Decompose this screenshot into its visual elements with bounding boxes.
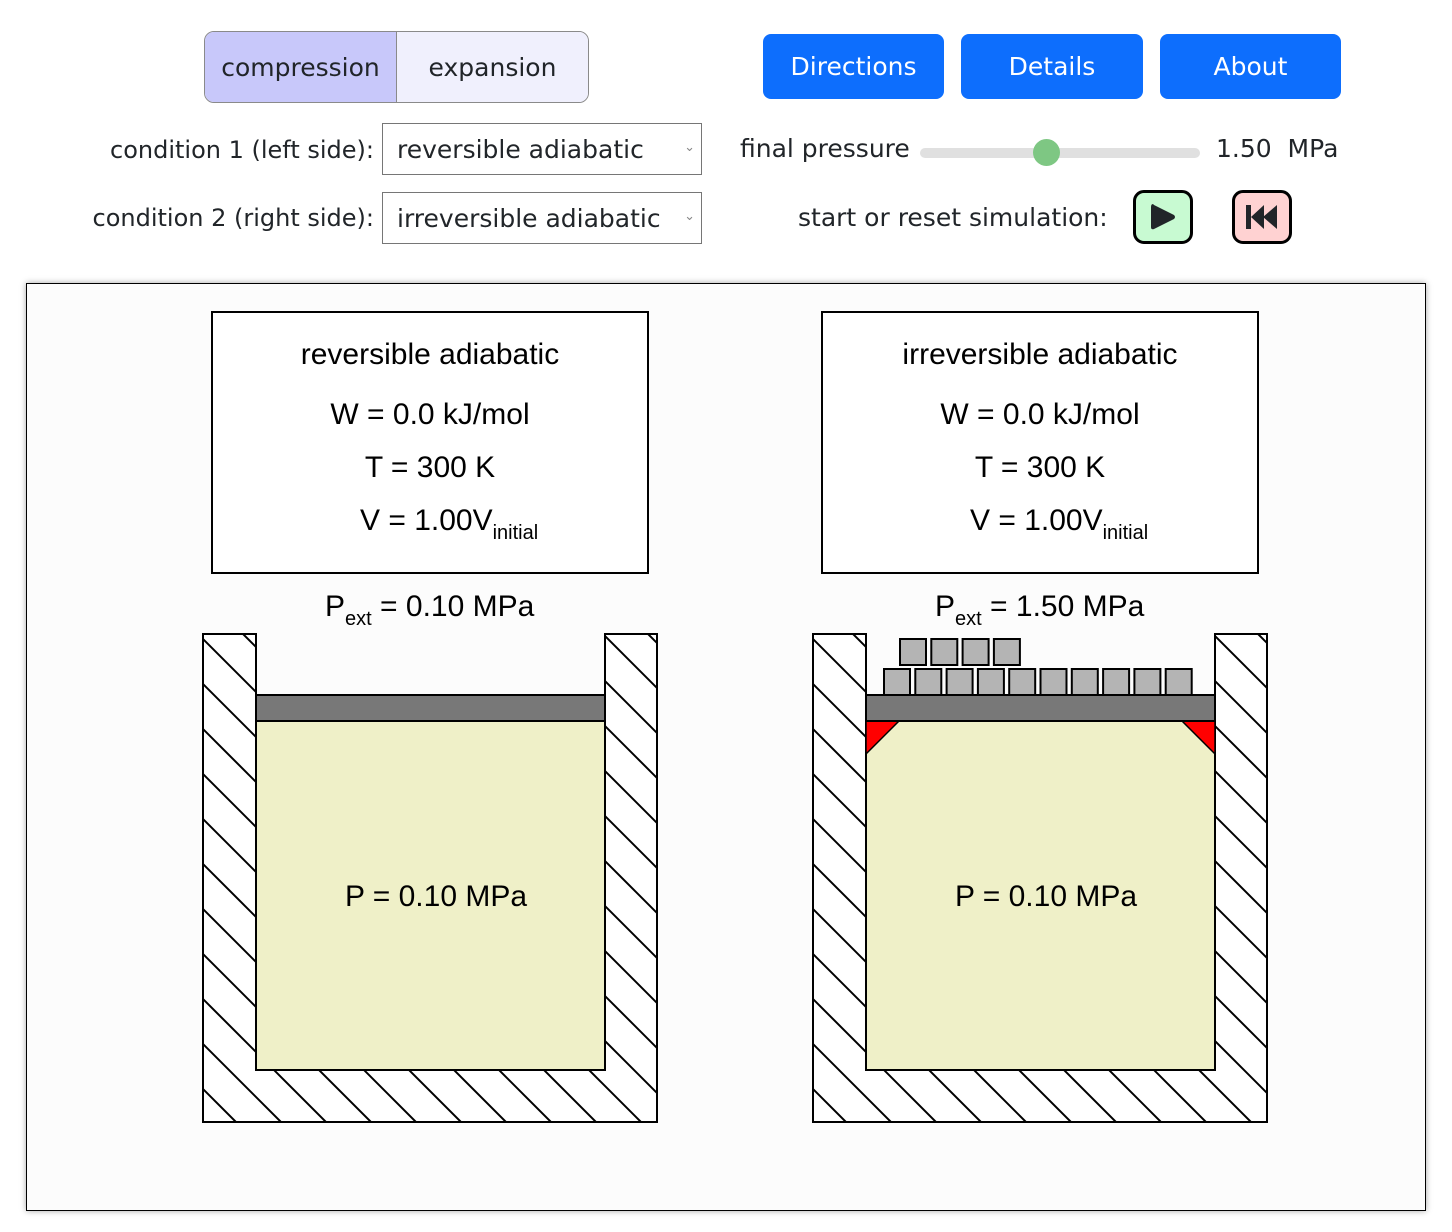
start-button[interactable] [1133, 190, 1193, 244]
directions-button[interactable]: Directions [763, 34, 944, 99]
right-pext: Pext = 1.50 MPa [935, 590, 1145, 630]
left-work: W = 0.0 kJ/mol [330, 398, 529, 431]
weight-block [1039, 668, 1068, 696]
condition1-select[interactable]: reversible adiabatic ⌄ [382, 123, 702, 175]
left-volume-sub: initial [493, 522, 539, 544]
weight-block [976, 668, 1005, 696]
weight-block [930, 638, 959, 666]
right-title: irreversible adiabatic [902, 338, 1177, 371]
left-volume-main: V = 1.00V [360, 504, 493, 537]
weight-block [1133, 668, 1162, 696]
left-temperature: T = 300 K [365, 451, 495, 484]
right-pext-sub: ext [955, 608, 982, 630]
hatch-line [1393, 634, 1425, 1210]
condition1-value: reversible adiabatic [397, 134, 644, 164]
condition2-label: condition 2 (right side): [92, 204, 375, 232]
final-pressure-label: final pressure [740, 134, 910, 163]
simulation-canvas: reversible adiabatic W = 0.0 kJ/mol T = … [26, 283, 1426, 1211]
weight-block [883, 668, 911, 696]
weight-block [1164, 668, 1193, 696]
skip-back-icon [1246, 205, 1277, 229]
reset-button[interactable] [1232, 190, 1292, 244]
right-gas-pressure: P = 0.10 MPa [955, 880, 1137, 913]
weight-block [992, 638, 1021, 666]
right-temperature: T = 300 K [975, 451, 1105, 484]
simulation-drawing: reversible adiabatic W = 0.0 kJ/mol T = … [202, 311, 1425, 1210]
left-pext: Pext = 0.10 MPa [325, 590, 535, 630]
expansion-toggle[interactable]: expansion [396, 32, 588, 102]
left-title: reversible adiabatic [301, 338, 559, 371]
chevron-down-icon: ⌄ [684, 140, 695, 155]
right-weights [883, 638, 1193, 696]
left-gas-pressure: P = 0.10 MPa [345, 880, 527, 913]
chevron-down-icon: ⌄ [684, 209, 695, 224]
condition2-select[interactable]: irreversible adiabatic ⌄ [382, 192, 702, 244]
condition1-label: condition 1 (left side): [110, 136, 374, 164]
final-pressure-value: 1.50 MPa [1216, 134, 1339, 163]
left-pext-sub: ext [345, 608, 372, 630]
weight-block [1102, 668, 1131, 696]
left-piston [255, 694, 606, 722]
right-pext-value: = 1.50 MPa [982, 590, 1145, 623]
compression-toggle[interactable]: compression [205, 32, 396, 102]
hatch-line [1348, 634, 1425, 1210]
about-button[interactable]: About [1160, 34, 1341, 99]
mode-toggle: compression expansion [204, 31, 589, 103]
final-pressure-slider[interactable] [920, 148, 1200, 158]
weight-block [1070, 668, 1099, 696]
condition2-value: irreversible adiabatic [397, 203, 661, 233]
right-work: W = 0.0 kJ/mol [940, 398, 1139, 431]
weight-block [961, 638, 990, 666]
right-piston [865, 694, 1216, 722]
play-icon [1151, 204, 1175, 230]
left-pext-main: P [325, 590, 345, 623]
left-pext-value: = 0.10 MPa [372, 590, 535, 623]
right-volume-sub: initial [1103, 522, 1149, 544]
hatch-line [1303, 634, 1425, 1210]
weight-block [1008, 668, 1037, 696]
details-button[interactable]: Details [961, 34, 1143, 99]
final-pressure-slider-thumb[interactable] [1033, 139, 1060, 166]
weight-block [914, 668, 943, 696]
right-volume-main: V = 1.00V [970, 504, 1103, 537]
right-pext-main: P [935, 590, 955, 623]
hatch-line [1257, 634, 1267, 1122]
weight-block [945, 668, 974, 696]
simulation-label: start or reset simulation: [798, 203, 1108, 232]
weight-block [899, 638, 927, 666]
